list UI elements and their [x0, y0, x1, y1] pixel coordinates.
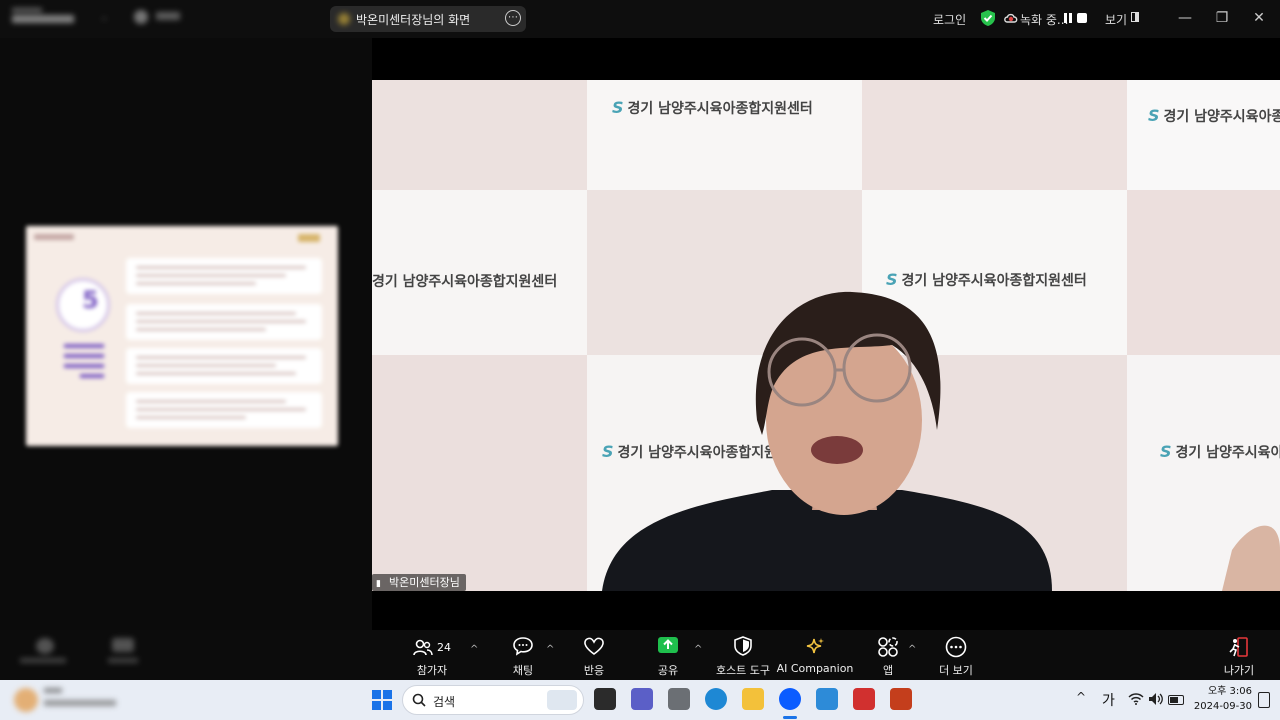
reactions-label: 반응	[583, 664, 605, 677]
clock-date: 2024-09-30	[1193, 701, 1252, 712]
share-label: 공유	[657, 664, 679, 677]
chevron-down-icon: ⌄	[100, 12, 109, 23]
shield-icon	[703, 636, 783, 660]
heart-icon	[554, 636, 634, 660]
teams-icon[interactable]	[631, 688, 653, 710]
participants-label: 참가자	[416, 664, 448, 677]
more-label: 더 보기	[939, 664, 973, 677]
file-explorer-icon[interactable]	[742, 688, 764, 710]
stop-recording-icon[interactable]	[1077, 13, 1087, 23]
share-title: 박온미센터장님의 화면	[356, 13, 471, 27]
ai-companion-label: AI Companion	[776, 662, 854, 675]
participants-button[interactable]: 24 참가자	[392, 636, 472, 678]
restore-button[interactable]: ❐	[1207, 6, 1237, 30]
weather-desc	[44, 700, 116, 706]
weather-widget-icon[interactable]	[14, 688, 38, 712]
exit-icon	[1199, 636, 1279, 660]
participants-icon: 24	[392, 636, 472, 660]
wifi-icon[interactable]	[1128, 693, 1144, 705]
share-caret-icon[interactable]: ^	[694, 644, 702, 655]
security-badge-icon	[134, 10, 148, 24]
login-button[interactable]: 로그인	[933, 11, 966, 28]
clock-time: 오후 3:06	[1207, 686, 1252, 697]
volume-icon[interactable]	[1148, 692, 1164, 706]
shield-check-icon[interactable]	[980, 9, 996, 27]
view-layout-icon[interactable]	[1131, 12, 1139, 22]
speaker-name-label: ▮ 박온미센터장님	[372, 574, 466, 591]
active-app-indicator	[783, 716, 797, 719]
backdrop-banner: 경기 남양주시육아종합지원센터	[372, 274, 558, 290]
tray-expand-icon[interactable]: ^	[1076, 690, 1086, 704]
cloud-recording-icon	[1004, 13, 1018, 23]
ai-companion-button[interactable]: AI Companion	[775, 636, 855, 675]
more-button[interactable]: 더 보기	[916, 636, 996, 678]
chat-label: 채팅	[512, 664, 534, 677]
host-tools-label: 호스트 도구	[715, 664, 771, 677]
share-button[interactable]: 공유	[628, 636, 708, 678]
backdrop-banner: S경기 남양주시육아종합지원센터	[612, 98, 813, 117]
sesp-icon[interactable]	[853, 688, 875, 710]
speaker-figure	[602, 291, 1280, 591]
leave-button[interactable]: 나가기	[1199, 636, 1279, 678]
search-highlight-icon	[547, 690, 577, 710]
blurred-label	[156, 12, 180, 20]
weather-temp	[44, 688, 62, 693]
minimize-button[interactable]: —	[1170, 6, 1200, 30]
zoom-icon[interactable]	[779, 688, 801, 710]
edge-icon[interactable]	[705, 688, 727, 710]
battery-icon[interactable]	[1168, 695, 1184, 705]
powerpoint-icon[interactable]	[890, 688, 912, 710]
taskbar-clock[interactable]: 오후 3:06 2024-09-30	[1190, 684, 1252, 714]
calculator-icon[interactable]	[668, 688, 690, 710]
screen-share-indicator[interactable]: 박온미센터장님의 화면 ⋯	[330, 6, 526, 32]
ime-indicator[interactable]: 가	[1102, 690, 1115, 710]
top-bar: ⌄ 박온미센터장님의 화면 ⋯ 로그인 녹화 중... 보기 — ❐ ✕	[0, 0, 1280, 38]
host-tools-button[interactable]: 호스트 도구	[703, 636, 783, 678]
windows-taskbar: 검색 ^ 가 오후 3:06 2024-09-30	[0, 680, 1280, 720]
more-icon	[916, 636, 996, 660]
video-button[interactable]	[100, 638, 146, 672]
shared-slide-thumbnail[interactable]: 5	[26, 226, 338, 446]
participants-caret-icon[interactable]: ^	[470, 644, 478, 655]
participants-count: 24	[437, 641, 451, 654]
search-placeholder: 검색	[433, 695, 456, 709]
backdrop-banner: S경기 남양주시육아종합지원센터	[1148, 106, 1280, 125]
meeting-toolbar: 24 참가자 ^ 채팅 ^ 반응 공유 ^ 호스트 도구 AI Companio…	[0, 630, 1280, 680]
windows-start-icon[interactable]	[372, 690, 392, 710]
sparkle-icon	[775, 636, 855, 660]
audio-button[interactable]	[20, 638, 70, 672]
share-icon	[338, 13, 350, 25]
taskbar-search-box[interactable]: 검색	[402, 685, 584, 715]
notification-icon[interactable]	[1258, 692, 1270, 708]
speaker-video[interactable]: S경기 남양주시육아종합지원센터 S경기 남양주시육아종합지원센터 경기 남양주…	[372, 80, 1280, 591]
reactions-button[interactable]: 반응	[554, 636, 634, 678]
app-icon[interactable]	[816, 688, 838, 710]
chat-button[interactable]: 채팅	[483, 636, 563, 678]
app-logo	[12, 8, 82, 30]
pause-recording-icon[interactable]	[1062, 11, 1074, 25]
close-button[interactable]: ✕	[1244, 6, 1274, 30]
view-button[interactable]: 보기	[1105, 11, 1127, 28]
task-view-icon[interactable]	[594, 688, 616, 710]
leave-label: 나가기	[1223, 664, 1255, 677]
audio-signal-icon: ▮	[376, 579, 381, 589]
more-options-icon[interactable]: ⋯	[505, 10, 521, 26]
search-icon	[412, 693, 426, 707]
